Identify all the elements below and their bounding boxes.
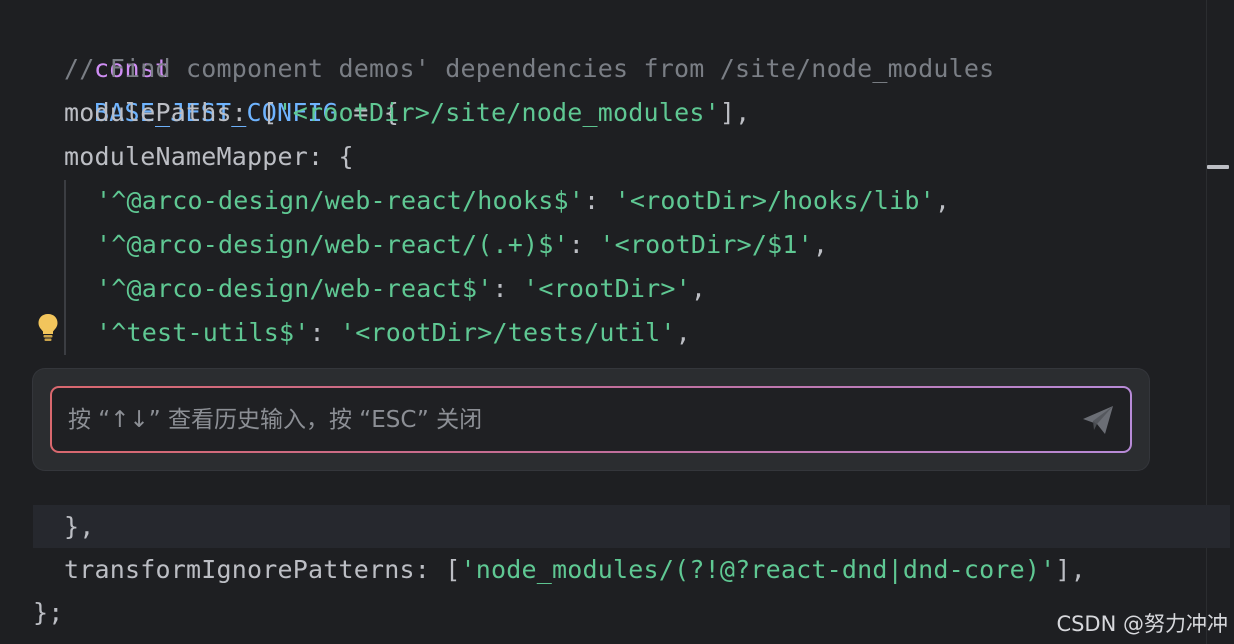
ai-prompt-input-wrapper (50, 386, 1132, 453)
indent-guide (64, 180, 66, 355)
code-line-8[interactable]: '^test-utils$': '<rootDir>/tests/util', (96, 311, 691, 355)
string-token: '^@arco-design/web-react$' (96, 274, 493, 303)
code-line-5[interactable]: '^@arco-design/web-react/hooks$': '<root… (96, 179, 950, 223)
code-line-6[interactable]: '^@arco-design/web-react/(.+)$': '<rootD… (96, 223, 828, 267)
punctuation-token: : { (308, 142, 354, 171)
punctuation-token: ], (719, 98, 751, 127)
string-token: '<rootDir>/site/node_modules' (277, 98, 720, 127)
code-line-1[interactable]: const BASE_JEST_CONFIG = { (33, 3, 399, 127)
string-token: '^test-utils$' (96, 318, 310, 347)
code-line-11[interactable]: }; (33, 591, 64, 635)
punctuation-token: , (675, 318, 691, 347)
property-token: moduleNameMapper (64, 142, 309, 171)
code-line-4[interactable]: moduleNameMapper: { (64, 135, 354, 179)
punctuation-token: : (492, 274, 524, 303)
code-line-9[interactable]: }, (64, 505, 95, 549)
lightbulb-icon[interactable] (37, 313, 59, 343)
string-token: '^@arco-design/web-react/(.+)$' (96, 230, 569, 259)
string-token: '<rootDir>/$1' (599, 230, 813, 259)
punctuation-token: : (584, 186, 615, 215)
string-token: '<rootDir>/tests/util' (340, 318, 676, 347)
current-line-highlight (33, 505, 1230, 548)
punctuation-token: : [ (231, 98, 278, 127)
scrollbar-marker[interactable] (1207, 165, 1229, 169)
code-editor[interactable]: const BASE_JEST_CONFIG = { // Find compo… (0, 0, 1234, 644)
string-token: 'node_modules/(?!@?react-dnd|dnd-core)' (460, 555, 1056, 584)
punctuation-token: ], (1055, 555, 1086, 584)
punctuation-token: , (690, 274, 707, 303)
property-token: transformIgnorePatterns (64, 555, 415, 584)
punctuation-token: : [ (414, 555, 461, 584)
code-line-10[interactable]: transformIgnorePatterns: ['node_modules/… (64, 548, 1086, 592)
ai-prompt-input[interactable] (52, 388, 1130, 451)
code-line-7[interactable]: '^@arco-design/web-react$': '<rootDir>', (96, 267, 706, 311)
code-line-3[interactable]: modulePaths: ['<rootDir>/site/node_modul… (64, 91, 750, 135)
watermark: CSDN @努力冲冲 (1056, 612, 1228, 636)
punctuation-token: : (309, 318, 341, 347)
string-token: '^@arco-design/web-react/hooks$' (96, 186, 585, 215)
string-token: '<rootDir>/hooks/lib' (614, 186, 935, 215)
property-token: modulePaths (64, 98, 232, 127)
string-token: '<rootDir>' (523, 274, 691, 303)
punctuation-token: , (812, 230, 829, 259)
punctuation-token: , (934, 186, 951, 215)
ai-prompt-panel (33, 369, 1149, 470)
punctuation-token: : (568, 230, 600, 259)
code-line-2[interactable]: // Find component demos' dependencies fr… (64, 47, 994, 91)
send-icon[interactable] (1080, 402, 1116, 438)
